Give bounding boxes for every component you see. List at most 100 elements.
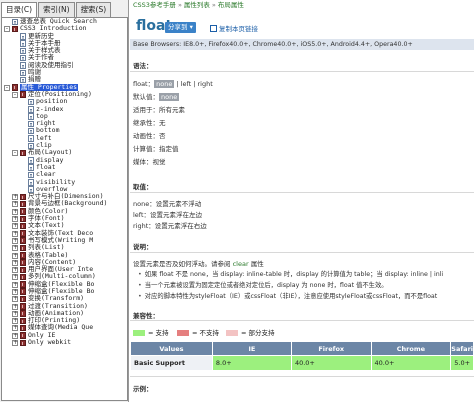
book-icon xyxy=(20,339,26,347)
tree-item[interactable]: + Only webkit xyxy=(2,338,127,347)
tree-item[interactable]: right xyxy=(2,119,127,128)
legend-supported: = 支持 xyxy=(133,327,169,337)
tree-item[interactable]: + 书写模式(Writing M xyxy=(2,236,127,244)
expand-icon[interactable]: + xyxy=(12,296,18,303)
tree-item-label: Only webkit xyxy=(28,338,72,347)
notes-intro: 设置元素是否及如何浮动。请参阅 clear 属性 xyxy=(133,258,264,268)
expand-icon[interactable]: + xyxy=(12,303,18,310)
expand-icon[interactable]: + xyxy=(12,325,18,332)
tree-item[interactable]: 鸣谢 xyxy=(2,68,127,77)
breadcrumb-item[interactable]: 属性列表 xyxy=(184,1,210,9)
tree-item[interactable]: 阅读及使用指引 xyxy=(2,61,127,69)
expand-icon[interactable]: + xyxy=(12,281,18,288)
book-icon xyxy=(20,332,26,339)
col-header: Chrome xyxy=(370,341,452,356)
syntax-line: float： none | left | right xyxy=(133,78,213,88)
book-icon xyxy=(20,252,26,259)
expand-icon[interactable]: + xyxy=(12,230,18,237)
tree-item[interactable]: + 字体(Font) xyxy=(2,214,127,223)
expand-icon[interactable]: + xyxy=(12,194,18,201)
expand-icon[interactable]: + xyxy=(12,310,18,317)
tree-item[interactable]: left xyxy=(2,134,127,142)
tab-search[interactable]: 搜索(S) xyxy=(75,2,112,17)
expand-icon[interactable]: + xyxy=(12,340,18,347)
expand-icon[interactable]: + xyxy=(12,245,18,252)
expand-icon[interactable]: + xyxy=(12,252,18,259)
expand-icon[interactable]: + xyxy=(12,332,18,339)
tree-item[interactable]: position xyxy=(2,97,127,106)
collapse-icon[interactable]: - xyxy=(4,84,10,91)
notes-intro-suffix: 属性 xyxy=(248,260,264,268)
tree-item[interactable]: display xyxy=(2,156,127,164)
tab-contents[interactable]: 目录(C) xyxy=(1,2,38,18)
breadcrumb-item[interactable]: CSS3参考手册 xyxy=(133,1,176,9)
table-cell: 5.0+ xyxy=(450,355,474,371)
legend-partial: = 部分支持 xyxy=(226,327,275,337)
expand-icon[interactable]: + xyxy=(12,237,18,244)
share-button[interactable]: 分享到 ▾ xyxy=(165,22,196,33)
book-icon xyxy=(20,91,26,98)
col-header: Firefox xyxy=(290,341,372,356)
expand-icon[interactable]: + xyxy=(12,288,18,295)
expand-icon[interactable]: + xyxy=(12,208,18,215)
expand-icon[interactable]: + xyxy=(12,216,18,223)
page-icon xyxy=(20,54,26,62)
partial-swatch xyxy=(226,329,238,336)
copy-link[interactable]: 复制本页链接 xyxy=(210,23,258,33)
syntax-options: | left | right xyxy=(174,80,213,88)
book-icon xyxy=(20,244,26,252)
divider xyxy=(130,192,474,193)
default-value: none xyxy=(159,93,180,101)
note-bullet: 如果 float 不是 none，当 display: inline-table… xyxy=(138,269,443,278)
tree-item[interactable]: float xyxy=(2,163,127,171)
inherited-line: 继承性：无 xyxy=(133,119,166,127)
media-line: 媒体：视觉 xyxy=(133,158,166,166)
expand-icon[interactable]: + xyxy=(12,259,18,266)
legend-label: = 部分支持 xyxy=(241,329,275,337)
book-icon xyxy=(20,281,26,288)
expand-icon[interactable]: + xyxy=(12,223,18,230)
expand-icon[interactable]: + xyxy=(12,318,18,325)
book-icon xyxy=(12,84,18,91)
book-icon xyxy=(20,310,26,317)
expand-icon[interactable]: + xyxy=(12,267,18,274)
table-row: Basic Support 8.0+ 40.0+ 40.0+ 5.0+ xyxy=(130,355,474,371)
toc-tree: 速查总表 Quick Search - CSS3 Introduction 更新历史关… xyxy=(1,17,128,401)
col-header: Safari xyxy=(450,341,474,356)
expand-icon[interactable]: + xyxy=(12,201,18,208)
tree-item[interactable]: 关于样式表 xyxy=(2,46,127,55)
expand-icon[interactable]: + xyxy=(12,274,18,281)
toc-pane: 目录(C) 索引(N) 搜索(S) 速查总表 Quick Search - CSS3… xyxy=(0,0,129,402)
example-heading: 示例： xyxy=(133,385,153,393)
page-icon xyxy=(28,157,34,164)
tree-item[interactable]: - CSS3 Introduction xyxy=(2,24,127,33)
tab-index[interactable]: 索引(N) xyxy=(38,2,75,17)
syntax-prop: float： xyxy=(133,80,155,88)
book-icon xyxy=(20,193,26,201)
tree-item[interactable]: 更新历史 xyxy=(2,32,127,40)
tree-item[interactable]: + 颜色(Color) xyxy=(2,207,127,215)
notes-intro-text: 设置元素是否及如何浮动。请参阅 xyxy=(133,260,233,268)
tree-item[interactable]: 关于本手册 xyxy=(2,39,127,47)
book-icon xyxy=(20,208,26,215)
content-pane: CSS3参考手册» 属性列表» 布局属性 float 分享到 ▾ 复制本页链接 Ba… xyxy=(130,0,474,402)
legend-unsupported: = 不支持 xyxy=(177,327,219,337)
book-icon xyxy=(20,230,26,237)
breadcrumb-item[interactable]: 布局属性 xyxy=(218,1,244,9)
collapse-icon[interactable]: - xyxy=(12,91,18,98)
tree-item[interactable]: z-index xyxy=(2,105,127,113)
clear-link[interactable]: clear xyxy=(233,260,249,268)
legend-label: = 不支持 xyxy=(192,329,220,337)
compat-heading: 兼容性： xyxy=(133,312,159,320)
collapse-icon[interactable]: - xyxy=(12,150,18,157)
tree-item[interactable]: + 媒体查询(Media Que xyxy=(2,324,127,332)
tree-item[interactable]: - 布局(Layout) xyxy=(2,149,127,157)
tree-item[interactable]: bottom xyxy=(2,127,127,135)
collapse-icon[interactable]: - xyxy=(4,26,10,33)
book-icon xyxy=(20,324,26,332)
page-icon xyxy=(20,33,26,40)
book-icon xyxy=(20,215,26,223)
breadcrumb: CSS3参考手册» 属性列表» 布局属性 xyxy=(133,1,244,9)
tree-item[interactable]: top xyxy=(2,112,127,120)
note-bullet: 对应的脚本特性为styleFloat（IE）或cssFloat（非IE），注意应… xyxy=(138,291,438,300)
